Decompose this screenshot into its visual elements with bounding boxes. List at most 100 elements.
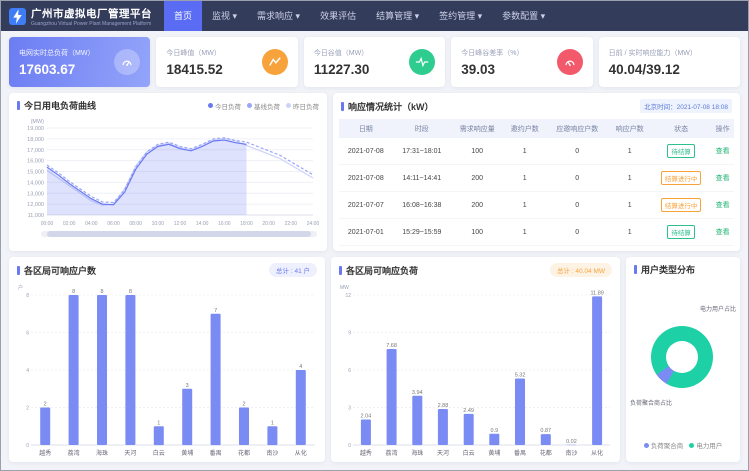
svg-text:黄埔: 黄埔 — [181, 449, 193, 457]
chart-zoom-handle[interactable] — [47, 231, 312, 237]
svg-text:14,000: 14,000 — [27, 180, 44, 186]
table-column-header: 应邀响应户数 — [546, 119, 608, 138]
logo: 广州市虚拟电厂管理平台 Guangzhou Virtual Power Plan… — [1, 6, 164, 27]
response-stats-title: 响应情况统计（kW） — [348, 100, 434, 113]
svg-text:南沙: 南沙 — [565, 449, 577, 457]
nav-item-5[interactable]: 签约管理 ▾ — [429, 1, 492, 31]
svg-text:从化: 从化 — [591, 449, 603, 457]
view-link[interactable]: 查看 — [716, 148, 730, 155]
pie-legend-item-0[interactable]: 负荷聚合商 — [644, 440, 684, 450]
status-badge: 结算进行中 — [661, 198, 702, 212]
cell-period: 14:11~14:41 — [393, 165, 451, 192]
table-column-header: 操作 — [711, 119, 734, 138]
logo-text: 广州市虚拟电厂管理平台 Guangzhou Virtual Power Plan… — [31, 6, 152, 27]
title-accent-bar — [17, 101, 20, 110]
svg-text:9: 9 — [348, 331, 351, 337]
user-type-title: 用户类型分布 — [641, 263, 695, 276]
kpi-value: 11227.30 — [314, 62, 370, 77]
pie-legend-item-1[interactable]: 电力用户 — [689, 440, 722, 450]
svg-text:3.94: 3.94 — [412, 390, 423, 396]
legend-label: 基线负荷 — [254, 101, 280, 111]
logo-icon — [9, 8, 26, 25]
peak-icon — [262, 49, 288, 75]
svg-text:2.04: 2.04 — [360, 414, 371, 420]
kpi-label: 电网实时总负荷（MW） — [19, 48, 94, 58]
kpi-value: 17603.67 — [19, 62, 94, 77]
svg-text:7: 7 — [214, 308, 217, 314]
kpi-value: 18415.52 — [166, 62, 222, 77]
nav-item-0[interactable]: 首页 — [164, 1, 202, 31]
response-load-total-badge: 总计 : 40.04 MW — [550, 263, 612, 277]
view-link[interactable]: 查看 — [716, 202, 730, 209]
load-curve-header: 今日用电负荷曲线 今日负荷 基线负荷昨日负荷 — [9, 93, 327, 116]
cell-accepted: 0 — [546, 165, 608, 192]
kpi-card-2: 今日谷值（MW） 11227.30 — [304, 37, 445, 87]
kpi-text: 日前 / 实时响应能力（MW） 40.04/39.12 — [609, 48, 697, 77]
svg-text:2: 2 — [26, 406, 29, 412]
svg-text:8: 8 — [26, 293, 29, 299]
legend-item-1[interactable]: 基线负荷 — [247, 101, 280, 111]
svg-text:(MW): (MW) — [31, 119, 45, 125]
kpi-card-0: 电网实时总负荷（MW） 17603.67 — [9, 37, 150, 87]
svg-text:4: 4 — [26, 368, 29, 374]
svg-text:2: 2 — [44, 402, 47, 408]
kpi-label: 今日峰谷差率（%） — [461, 48, 523, 58]
svg-text:3: 3 — [186, 383, 189, 389]
load-curve-legend: 今日负荷 基线负荷昨日负荷 — [202, 101, 319, 111]
svg-text:8: 8 — [72, 289, 75, 295]
svg-text:黄埔: 黄埔 — [488, 449, 500, 457]
svg-text:12,000: 12,000 — [27, 202, 44, 208]
top-nav: 广州市虚拟电厂管理平台 Guangzhou Virtual Power Plan… — [1, 1, 748, 31]
user-type-panel: 用户类型分布 电力用户占比 负荷聚合商占比 负荷聚合商电力用户 — [626, 257, 740, 462]
svg-text:5.32: 5.32 — [515, 373, 526, 379]
title-accent-bar — [634, 265, 637, 274]
cell-accepted: 0 — [546, 192, 608, 219]
svg-text:白云: 白云 — [153, 449, 165, 457]
kpi-value: 40.04/39.12 — [609, 62, 697, 77]
legend-item-0[interactable]: 今日负荷 — [208, 101, 241, 111]
aggregator-callout: 负荷聚合商占比 — [630, 398, 672, 407]
view-link[interactable]: 查看 — [716, 175, 730, 182]
status-badge: 待结算 — [667, 144, 695, 158]
user-type-donut-chart — [651, 326, 713, 388]
svg-text:12:00: 12:00 — [174, 221, 187, 227]
legend-dot — [247, 103, 252, 108]
table-column-header: 邀约户数 — [503, 119, 546, 138]
chart-zoom-slider[interactable] — [41, 231, 317, 237]
nav-item-3[interactable]: 效果评估 — [310, 1, 366, 31]
svg-text:8: 8 — [100, 289, 103, 295]
nav-item-2[interactable]: 需求响应 ▾ — [247, 1, 310, 31]
nav-menu: 首页监视 ▾需求响应 ▾效果评估结算管理 ▾签约管理 ▾参数配置 ▾ — [164, 1, 555, 31]
kpi-text: 今日峰值（MW） 18415.52 — [166, 48, 222, 77]
svg-text:海珠: 海珠 — [411, 449, 423, 457]
svg-text:0: 0 — [348, 443, 351, 449]
table-column-header: 日期 — [339, 119, 393, 138]
gauge-icon — [114, 49, 140, 75]
nav-item-6[interactable]: 参数配置 ▾ — [492, 1, 555, 31]
response-load-panel: 各区局可响应负荷 总计 : 40.04 MW MW0369122.04越秀7.6… — [331, 257, 620, 462]
cell-accepted: 0 — [546, 219, 608, 246]
response-stats-panel: 响应情况统计（kW） 北京时间：2021-07-08 18:08 日期时段需求响… — [333, 93, 740, 251]
svg-text:0.87: 0.87 — [540, 428, 551, 434]
svg-text:荔湾: 荔湾 — [386, 449, 398, 457]
kpi-card-4: 日前 / 实时响应能力（MW） 40.04/39.12 — [599, 37, 740, 87]
nav-item-4[interactable]: 结算管理 ▾ — [366, 1, 429, 31]
cell-amount: 100 — [451, 219, 503, 246]
load-curve-title: 今日用电负荷曲线 — [24, 99, 96, 112]
svg-text:19,000: 19,000 — [27, 126, 44, 132]
svg-text:2.49: 2.49 — [463, 408, 474, 414]
kpi-card-1: 今日峰值（MW） 18415.52 — [156, 37, 297, 87]
households-header: 各区局可响应户数 总计 : 41 户 — [9, 257, 325, 281]
kpi-row: 电网实时总负荷（MW） 17603.67 今日峰值（MW） 18415.52 今… — [9, 37, 740, 87]
user-type-legend: 负荷聚合商电力用户 — [626, 440, 740, 450]
view-link[interactable]: 查看 — [716, 229, 730, 236]
svg-text:番禺: 番禺 — [514, 450, 526, 457]
svg-text:荔湾: 荔湾 — [68, 449, 80, 457]
svg-text:MW: MW — [340, 285, 349, 291]
legend-item-2[interactable]: 昨日负荷 — [286, 101, 319, 111]
svg-text:从化: 从化 — [295, 449, 307, 457]
svg-text:22:00: 22:00 — [285, 221, 298, 227]
title-accent-bar — [341, 102, 344, 111]
cell-date: 2021-07-08 — [339, 165, 393, 192]
nav-item-1[interactable]: 监视 ▾ — [202, 1, 247, 31]
